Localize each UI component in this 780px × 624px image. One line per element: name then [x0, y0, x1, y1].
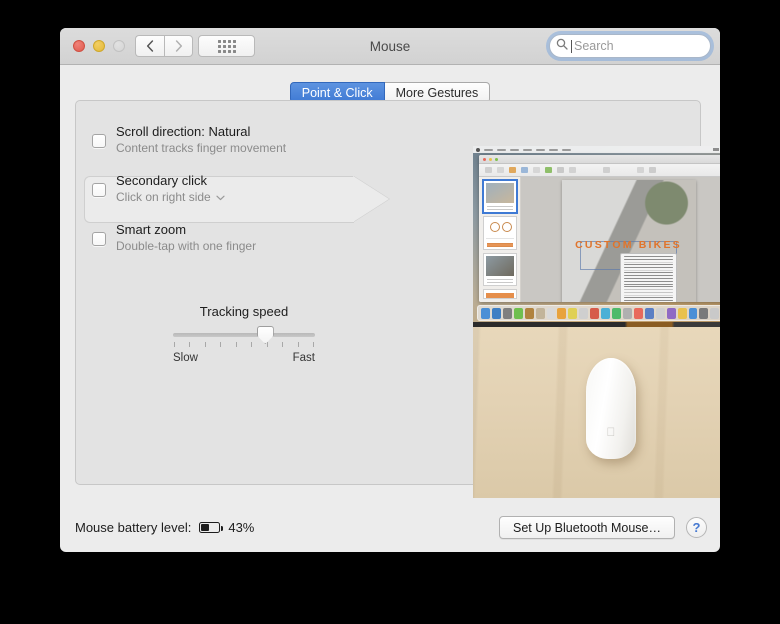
search-icon: [556, 37, 571, 55]
thumbnail-item: [481, 178, 518, 215]
apple-menu-icon: [476, 147, 480, 152]
inner-document-canvas: CUSTOM BIKES: [561, 180, 696, 302]
tracking-speed-label: Tracking speed: [199, 304, 289, 319]
slider-max-label: Fast: [292, 352, 315, 364]
hero-headline: CUSTOM BIKES: [575, 238, 682, 251]
footer-buttons: Set Up Bluetooth Mouse… ?: [499, 516, 707, 539]
battery-icon: [199, 522, 224, 533]
option-title: Smart zoom: [116, 222, 187, 237]
inner-app-titlebar: [479, 155, 720, 164]
battery-status: Mouse battery level: 43%: [75, 520, 254, 535]
checkbox-scroll-direction[interactable]: [92, 134, 106, 148]
slider-min-label: Slow: [173, 352, 198, 364]
option-subtitle: Click on right side: [116, 190, 211, 204]
option-subtitle: Content tracks finger movement: [116, 141, 287, 155]
magic-mouse-graphic: : [586, 358, 636, 459]
chevron-down-icon[interactable]: [216, 190, 225, 204]
battery-label: Mouse battery level:: [75, 520, 192, 535]
inner-app-window: CUSTOM BIKES: [479, 155, 720, 302]
preview-desktop-screenshot: CUSTOM BIKES: [473, 146, 720, 322]
settings-panel: Scroll direction: Natural Content tracks…: [75, 100, 720, 498]
inner-page-thumbnails: [479, 177, 521, 302]
apple-logo-icon: : [607, 426, 616, 438]
battery-fill: [201, 524, 209, 531]
inner-menubar: [473, 146, 720, 153]
tracking-speed-slider[interactable]: Slow Fast: [173, 326, 315, 364]
set-up-bluetooth-mouse-button[interactable]: Set Up Bluetooth Mouse…: [499, 516, 675, 539]
preview-mouse-photo: : [473, 322, 720, 498]
battery-percent: 43%: [228, 520, 255, 535]
gesture-options-list: Scroll direction: Natural Content tracks…: [84, 118, 404, 265]
checkbox-secondary-click[interactable]: [92, 183, 106, 197]
window-titlebar: Mouse: [60, 28, 720, 65]
slider-track[interactable]: [173, 326, 315, 344]
mouse-preferences-window: Mouse Point & Click More Gestures Scroll…: [60, 28, 720, 552]
option-row-smart-zoom[interactable]: Smart zoom Double-tap with one finger: [84, 216, 404, 265]
thumbnail-item: [482, 252, 517, 286]
text-caret: [571, 39, 572, 53]
search-field[interactable]: [549, 34, 711, 58]
option-row-secondary-click[interactable]: Secondary click Click on right side: [84, 167, 404, 216]
option-subtitle: Double-tap with one finger: [116, 239, 257, 253]
inner-context-menu: [620, 252, 677, 302]
thumbnail-item: [482, 216, 517, 250]
thumbnail-item: [482, 288, 517, 300]
help-button[interactable]: ?: [686, 517, 707, 538]
gesture-preview: CUSTOM BIKES: [473, 146, 720, 498]
option-title: Secondary click: [116, 173, 208, 188]
search-input[interactable]: [574, 39, 699, 53]
inner-dock: [477, 305, 720, 321]
tracking-speed-control: Tracking speed Slow Fast: [84, 304, 404, 364]
slider-ticks: [173, 342, 315, 347]
option-row-scroll-direction[interactable]: Scroll direction: Natural Content tracks…: [84, 118, 404, 167]
checkbox-smart-zoom[interactable]: [92, 232, 106, 246]
option-title: Scroll direction: Natural: [116, 124, 251, 139]
inner-app-toolbar: [479, 164, 720, 177]
